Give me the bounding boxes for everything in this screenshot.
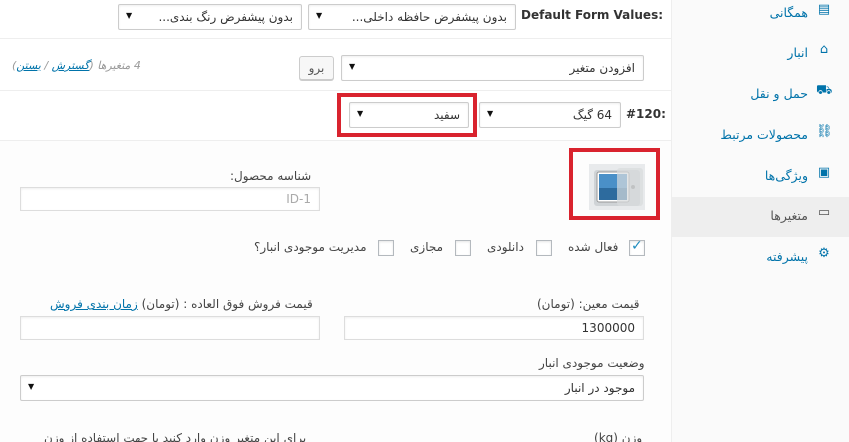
manage-stock-label: مدیریت موجودی انبار؟: [254, 240, 367, 254]
virtual-checkbox[interactable]: [455, 240, 471, 256]
sale-price-label: قیمت فروش فوق العاده : (تومان) زمان بندی…: [50, 297, 313, 311]
checkmark-icon: ✓: [631, 238, 643, 254]
variations-icon: ▭: [817, 205, 831, 220]
default-memory-select[interactable]: بدون پیشفرض حافظه داخلی... ▼: [308, 4, 516, 30]
variations-count: 4 متغیرها (گسترش / بستن): [12, 59, 141, 72]
highlight-box: [569, 148, 660, 220]
chevron-down-icon: ▼: [126, 11, 133, 20]
chevron-down-icon: ▼: [28, 382, 35, 391]
default-color-select[interactable]: بدون پیشفرض رنگ بندی... ▼: [118, 4, 302, 30]
general-icon: ▤: [817, 2, 831, 17]
expand-link[interactable]: گسترش: [52, 59, 90, 72]
divider: [0, 90, 671, 91]
sidebar-item-attributes[interactable]: ▣ ویژگی‌ها: [672, 157, 849, 197]
default-form-values-label: Default Form Values:: [521, 8, 664, 22]
sidebar-item-general[interactable]: ▤ همگانی: [672, 0, 849, 34]
divider: [0, 38, 671, 39]
product-data-tabs: ▤ همگانی ⌂ انبار ⛟ حمل و نقل ⛓ محصولات م…: [671, 0, 849, 442]
enabled-checkbox[interactable]: ✓: [629, 238, 645, 256]
virtual-label: مجازی: [410, 240, 444, 254]
stock-status-select[interactable]: موجود در انبار ▼: [20, 375, 644, 401]
chevron-down-icon: ▼: [316, 11, 323, 20]
linked-products-icon: ⛓: [816, 124, 833, 139]
advanced-icon: ⚙: [818, 246, 830, 261]
schedule-sale-link[interactable]: زمان بندی فروش: [50, 297, 138, 311]
downloadable-label: دانلودی: [487, 240, 524, 254]
inventory-icon: ⌂: [819, 42, 829, 57]
manage-stock-checkbox[interactable]: [378, 240, 394, 256]
weight-label: وزن (kg): [594, 431, 643, 442]
chevron-down-icon: ▼: [349, 62, 356, 71]
shipping-icon: ⛟: [816, 83, 833, 98]
sidebar-item-variations[interactable]: ▭ متغیرها: [672, 197, 849, 237]
sale-price-input[interactable]: [20, 316, 320, 340]
highlight-box: [337, 93, 477, 137]
stock-status-label: وضعیت موجودی انبار: [539, 356, 645, 370]
regular-price-input[interactable]: 1300000: [344, 316, 644, 340]
variation-id: #120:: [626, 107, 666, 121]
sku-input[interactable]: ID-1: [20, 187, 320, 211]
enabled-label: فعال شده: [568, 240, 619, 254]
variations-panel: Default Form Values: بدون پیشفرض حافظه د…: [0, 0, 671, 442]
add-variation-select[interactable]: افزودن متغیر ▼: [341, 55, 644, 81]
weight-hint: برای این متغیر وزن وارد کنید یا جهت استف…: [44, 431, 307, 442]
close-link[interactable]: بستن: [16, 59, 41, 72]
sidebar-item-linked-products[interactable]: ⛓ محصولات مرتبط: [672, 116, 849, 156]
sidebar-item-advanced[interactable]: ⚙ پیشرفته: [672, 238, 849, 278]
attributes-icon: ▣: [817, 165, 831, 180]
go-button[interactable]: برو: [299, 56, 334, 80]
sidebar-item-inventory[interactable]: ⌂ انبار: [672, 34, 849, 74]
sidebar-item-shipping[interactable]: ⛟ حمل و نقل: [672, 75, 849, 115]
variation-memory-select[interactable]: 64 گیگ ▼: [479, 102, 621, 128]
chevron-down-icon: ▼: [487, 109, 494, 118]
sku-label: شناسه محصول:: [230, 169, 312, 183]
downloadable-checkbox[interactable]: [536, 240, 552, 256]
regular-price-label: قیمت معین: (تومان): [537, 297, 640, 311]
